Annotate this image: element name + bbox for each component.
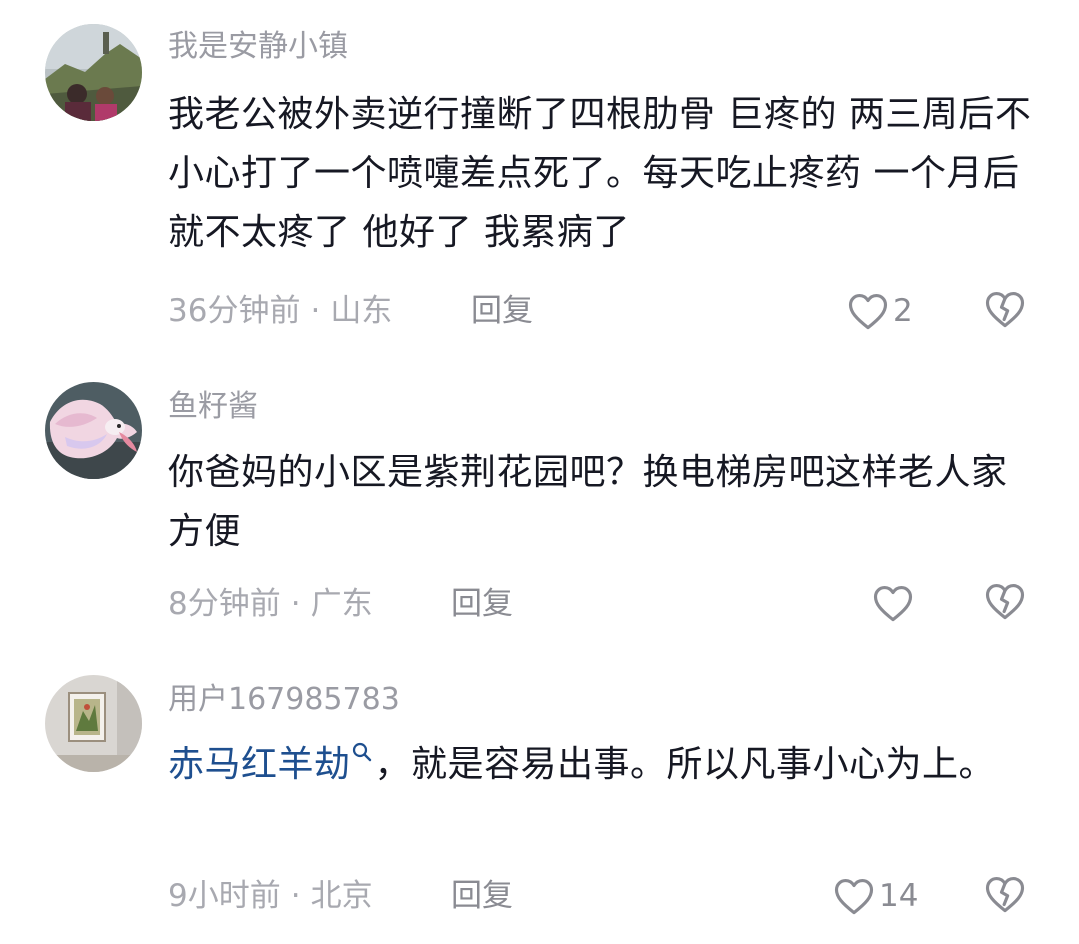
- comment-item: 鱼籽酱 你爸妈的小区是紫荆花园吧？换电梯房吧这样老人家方便 8分钟前 · 广东 回复: [0, 340, 1079, 660]
- comment-text: 赤马红羊劫 ，就是容易出事。所以凡事小心为上。: [168, 735, 1038, 794]
- search-icon[interactable]: [351, 741, 373, 763]
- comment-text: 我老公被外卖逆行撞断了四根肋骨 巨疼的 两三周后不小心打了一个喷嚏差点死了。每天…: [168, 94, 1032, 253]
- comment-location: 北京: [310, 878, 373, 914]
- avatar[interactable]: [45, 382, 142, 479]
- comment-meta: 36分钟前 · 山东: [168, 291, 392, 331]
- like-count: 2: [893, 293, 913, 329]
- broken-heart-icon: [985, 292, 1025, 328]
- comment-meta: 8分钟前 · 广东: [168, 584, 373, 624]
- comment-meta: 9小时前 · 北京: [168, 876, 373, 916]
- avatar-image: [45, 675, 142, 772]
- dislike-button[interactable]: [984, 289, 1028, 333]
- username[interactable]: 鱼籽酱: [168, 387, 258, 427]
- reply-button[interactable]: 回复: [471, 291, 533, 331]
- broken-heart-icon: [985, 584, 1025, 620]
- comment-time: 36分钟前: [168, 293, 301, 329]
- dislike-button[interactable]: [984, 581, 1028, 625]
- like-button[interactable]: 2: [847, 289, 913, 333]
- broken-heart-icon: [985, 877, 1025, 913]
- separator-dot: ·: [310, 293, 321, 329]
- heart-icon: [848, 294, 888, 330]
- dislike-button[interactable]: [984, 874, 1028, 918]
- comment-text-rest: ，就是容易出事。所以凡事小心为上。: [374, 744, 996, 785]
- username[interactable]: 用户167985783: [168, 680, 400, 720]
- avatar-image: [45, 382, 142, 479]
- username[interactable]: 我是安静小镇: [168, 27, 348, 67]
- heart-icon: [834, 879, 874, 915]
- avatar[interactable]: [45, 675, 142, 772]
- hashtag-link[interactable]: 赤马红羊劫: [168, 744, 351, 785]
- like-button[interactable]: 14: [833, 874, 918, 918]
- heart-icon: [873, 586, 913, 622]
- comment-time: 8分钟前: [168, 586, 281, 622]
- separator-dot: ·: [290, 586, 301, 622]
- comment-text: 你爸妈的小区是紫荆花园吧？换电梯房吧这样老人家方便: [168, 452, 1008, 552]
- reply-button[interactable]: 回复: [451, 876, 513, 916]
- avatar[interactable]: [45, 24, 142, 121]
- like-button[interactable]: [872, 581, 918, 625]
- reply-button[interactable]: 回复: [451, 584, 513, 624]
- comment-item: 用户167985783 赤马红羊劫 ，就是容易出事。所以凡事小心为上。 9小时前 ·…: [0, 660, 1079, 944]
- comment-location: 山东: [330, 293, 393, 329]
- comment-item: 我是安静小镇 我老公被外卖逆行撞断了四根肋骨 巨疼的 两三周后不小心打了一个喷嚏…: [0, 0, 1079, 340]
- comment-location: 广东: [310, 586, 373, 622]
- avatar-image: [45, 24, 142, 121]
- separator-dot: ·: [290, 878, 301, 914]
- like-count: 14: [879, 878, 919, 914]
- comment-time: 9小时前: [168, 878, 281, 914]
